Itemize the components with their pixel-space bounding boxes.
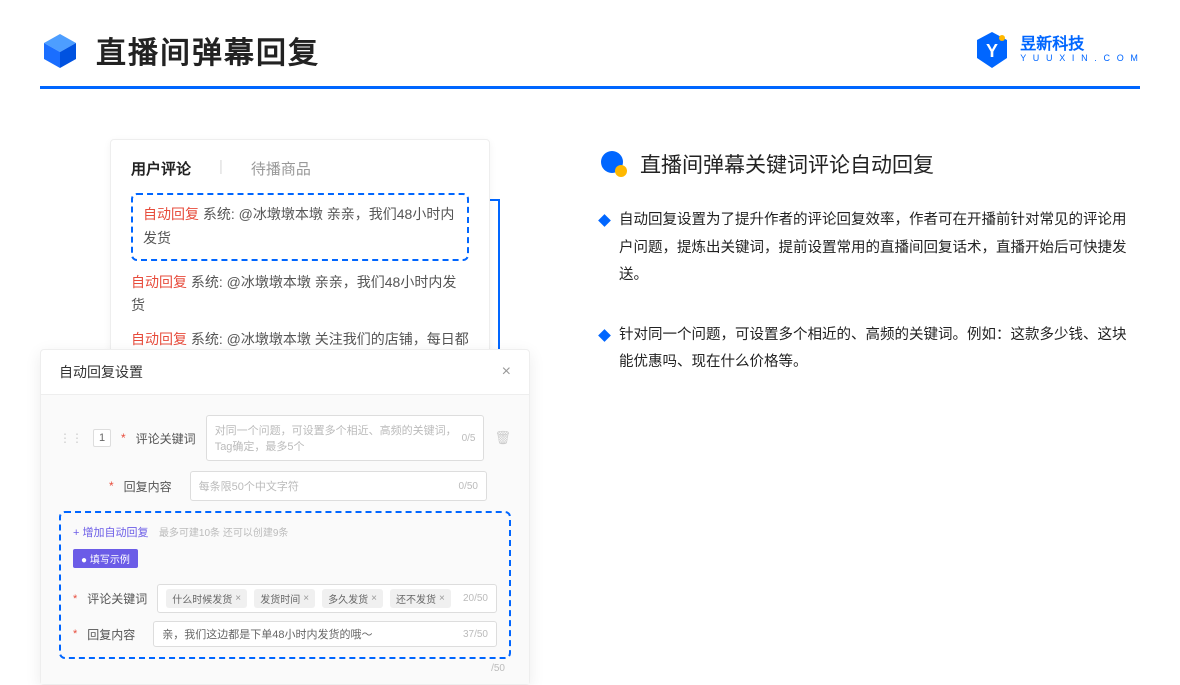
- rule-index: 1: [93, 429, 111, 447]
- logo-text-en: Y U U X I N . C O M: [1020, 54, 1140, 64]
- delete-icon[interactable]: 🗑: [494, 430, 511, 446]
- keyword-input[interactable]: 对同一个问题，可设置多个相近、高频的关键词，Tag确定，最多5个 0/5: [206, 415, 485, 461]
- add-hint: 最多可建10条 还可以创建9条: [159, 528, 288, 539]
- cube-icon: [40, 30, 80, 70]
- logo-text-cn: 昱新科技: [1020, 36, 1140, 54]
- example-section: + 增加自动回复 最多可建10条 还可以创建9条 ● 填写示例 * 评论关键词 …: [59, 511, 511, 659]
- example-content-input[interactable]: 亲，我们这边都是下单48小时内发货的哦～ 37/50: [153, 621, 497, 647]
- keyword-label: 评论关键词: [136, 430, 196, 447]
- highlighted-comment: 自动回复 系统: @冰墩墩本墩 亲亲，我们48小时内发货: [131, 193, 469, 261]
- drag-icon[interactable]: ⋮⋮: [59, 431, 83, 445]
- close-icon[interactable]: ×: [502, 363, 511, 381]
- example-badge: ● 填写示例: [73, 549, 138, 568]
- modal-title: 自动回复设置: [59, 362, 143, 382]
- page-title: 直播间弹幕回复: [96, 28, 320, 72]
- bullet-diamond-icon: [598, 214, 611, 227]
- content-input[interactable]: 每条限50个中文字符 0/50: [190, 471, 487, 501]
- auto-reply-tag: 自动回复: [131, 331, 187, 347]
- example-keyword-input[interactable]: 什么时候发货× 发货时间× 多久发货× 还不发货× 20/50: [157, 584, 497, 613]
- bullet-diamond-icon: [598, 329, 611, 342]
- tab-pending-goods[interactable]: 待播商品: [251, 158, 311, 179]
- chat-bubble-icon: [600, 150, 628, 178]
- auto-reply-tag: 自动回复: [143, 206, 199, 222]
- paragraph-1: 自动回复设置为了提升作者的评论回复效率，作者可在开播前针对常见的评论用户问题，提…: [619, 207, 1140, 290]
- paragraph-2: 针对同一个问题，可设置多个相近的、高频的关键词。例如：这款多少钱、这块能优惠吗、…: [619, 322, 1140, 377]
- auto-reply-tag: 自动回复: [131, 274, 187, 290]
- tab-user-comments[interactable]: 用户评论: [131, 158, 191, 179]
- section-title: 直播间弹幕关键词评论自动回复: [640, 149, 934, 179]
- content-label: 回复内容: [124, 478, 180, 495]
- auto-reply-settings-modal: 自动回复设置 × ⋮⋮ 1 * 评论关键词 对同一个问题，可设置多个相近、高频的…: [40, 349, 530, 685]
- svg-text:Y: Y: [986, 41, 998, 61]
- brand-logo: Y 昱新科技 Y U U X I N . C O M: [972, 30, 1140, 70]
- add-reply-link[interactable]: + 增加自动回复: [73, 527, 148, 539]
